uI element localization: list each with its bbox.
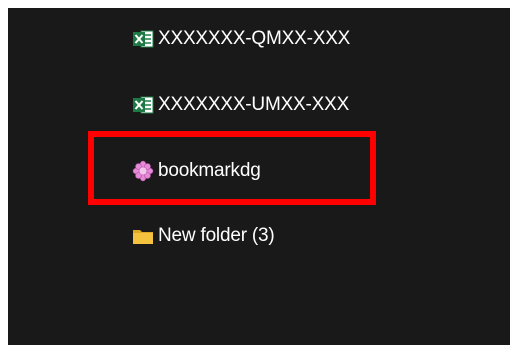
file-item-label: XXXXXXX-QMXX-XXX <box>158 28 351 49</box>
excel-file-icon <box>132 28 154 50</box>
highlight-box <box>88 131 376 205</box>
file-item-label: New folder (3) <box>158 225 275 246</box>
file-item-label: XXXXXXX-UMXX-XXX <box>158 94 350 115</box>
excel-file-icon <box>132 94 154 116</box>
folder-item-new-folder-3[interactable]: New folder (3) <box>132 222 275 250</box>
file-item-excel-qm[interactable]: XXXXXXX-QMXX-XXX <box>132 25 350 53</box>
file-item-excel-um[interactable]: XXXXXXX-UMXX-XXX <box>132 91 349 119</box>
folder-icon <box>132 225 154 247</box>
